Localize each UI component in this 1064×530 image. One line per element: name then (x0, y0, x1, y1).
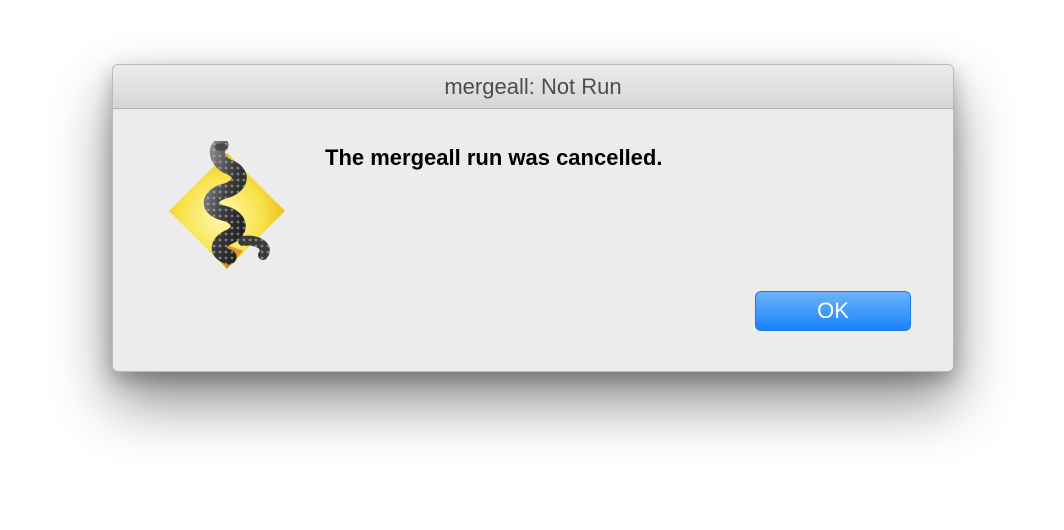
ok-button[interactable]: OK (755, 291, 911, 331)
alert-message: The mergeall run was cancelled. (325, 145, 663, 170)
python-snake-app-icon (169, 141, 285, 269)
title-bar[interactable]: mergeall: Not Run (113, 65, 953, 109)
alert-dialog: mergeall: Not Run The mergeall run was c… (112, 64, 954, 372)
window-title: mergeall: Not Run (444, 74, 622, 99)
